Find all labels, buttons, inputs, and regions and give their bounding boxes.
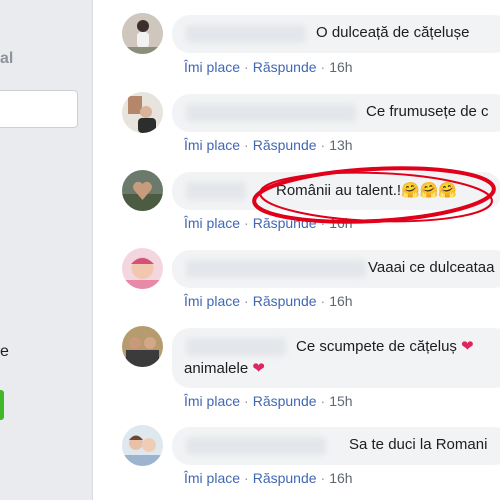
comment-timestamp[interactable]: 16h xyxy=(329,215,352,231)
heart-icon: ❤ xyxy=(461,338,474,355)
separator: · xyxy=(320,137,326,153)
comment-timestamp[interactable]: 16h xyxy=(329,59,352,75)
heart-icon: ❤ xyxy=(252,360,265,377)
comment-text-line2: animalele ❤ xyxy=(184,360,265,377)
separator: · xyxy=(244,470,249,486)
separator: · xyxy=(244,215,249,231)
comment-bubble: Sa te duci la Romani xyxy=(172,427,500,465)
avatar[interactable] xyxy=(122,248,163,289)
like-link[interactable]: Îmi place xyxy=(184,393,240,409)
left-sidebar: al e xyxy=(0,0,93,500)
comment-actions: Îmi place · Răspunde · 16h xyxy=(184,293,353,309)
comment-timestamp[interactable]: 13h xyxy=(329,137,352,153)
like-link[interactable]: Îmi place xyxy=(184,293,240,309)
comment-text: Sa te duci la Romani xyxy=(349,436,488,453)
blurred-username xyxy=(186,182,246,200)
comment-actions: Îmi place · Răspunde · 16h xyxy=(184,215,353,231)
avatar[interactable] xyxy=(122,425,163,466)
comment-bubble: Vaaai ce dulceataa xyxy=(172,250,500,288)
separator: · xyxy=(320,59,326,75)
reply-link[interactable]: Răspunde xyxy=(253,215,317,231)
comment-text: Ce scumpete de cățeluș ❤ xyxy=(296,338,474,355)
sidebar-label-partial: al xyxy=(0,50,14,67)
comment-bubble: Ce scumpete de cățeluș ❤ animalele ❤ xyxy=(172,328,500,388)
blurred-username xyxy=(186,338,286,356)
reply-link[interactable]: Răspunde xyxy=(253,393,317,409)
comment-timestamp[interactable]: 15h xyxy=(329,393,352,409)
blurred-username xyxy=(186,437,326,455)
comment-actions: Îmi place · Răspunde · 13h xyxy=(184,137,353,153)
comment-actions: Îmi place · Răspunde · 16h xyxy=(184,470,353,486)
comment-text: O dulceață de cățelușe xyxy=(316,24,470,41)
comment-timestamp[interactable]: 16h xyxy=(329,293,352,309)
separator: · xyxy=(244,293,249,309)
like-link[interactable]: Îmi place xyxy=(184,137,240,153)
like-link[interactable]: Îmi place xyxy=(184,215,240,231)
reply-link[interactable]: Răspunde xyxy=(253,293,317,309)
comment-text: Românii au talent.!🤗🤗🤗 xyxy=(276,182,458,199)
separator: · xyxy=(244,393,249,409)
comment-bubble: Ce frumusețe de c xyxy=(172,94,500,132)
comment-text: Vaaai ce dulceataa xyxy=(368,259,495,276)
separator: · xyxy=(244,137,249,153)
comment-bubble: O dulceață de cățelușe xyxy=(172,15,500,53)
blurred-username xyxy=(186,260,366,278)
avatar[interactable] xyxy=(122,13,163,54)
sidebar-green-indicator xyxy=(0,390,4,420)
comments-feed: O dulceață de cățelușe Îmi place · Răspund… xyxy=(93,0,500,500)
separator: · xyxy=(320,293,326,309)
separator: · xyxy=(244,59,249,75)
separator: · xyxy=(320,393,326,409)
comment-actions: Îmi place · Răspunde · 16h xyxy=(184,59,353,75)
reply-link[interactable]: Răspunde xyxy=(253,137,317,153)
separator: · xyxy=(320,215,326,231)
like-link[interactable]: Îmi place xyxy=(184,59,240,75)
avatar[interactable] xyxy=(122,326,163,367)
sidebar-label-partial-2: e xyxy=(0,343,9,360)
sidebar-input[interactable] xyxy=(0,90,78,128)
comment-timestamp[interactable]: 16h xyxy=(329,470,352,486)
comment-text: Ce frumusețe de c xyxy=(366,103,489,120)
avatar[interactable] xyxy=(122,170,163,211)
blurred-username xyxy=(186,104,356,122)
avatar[interactable] xyxy=(122,92,163,133)
reply-link[interactable]: Răspunde xyxy=(253,470,317,486)
like-link[interactable]: Îmi place xyxy=(184,470,240,486)
blurred-username xyxy=(186,25,306,43)
reply-link[interactable]: Răspunde xyxy=(253,59,317,75)
comment-actions: Îmi place · Răspunde · 15h xyxy=(184,393,353,409)
separator: · xyxy=(320,470,326,486)
comment-bubble: Românii au talent.!🤗🤗🤗 xyxy=(172,172,500,210)
